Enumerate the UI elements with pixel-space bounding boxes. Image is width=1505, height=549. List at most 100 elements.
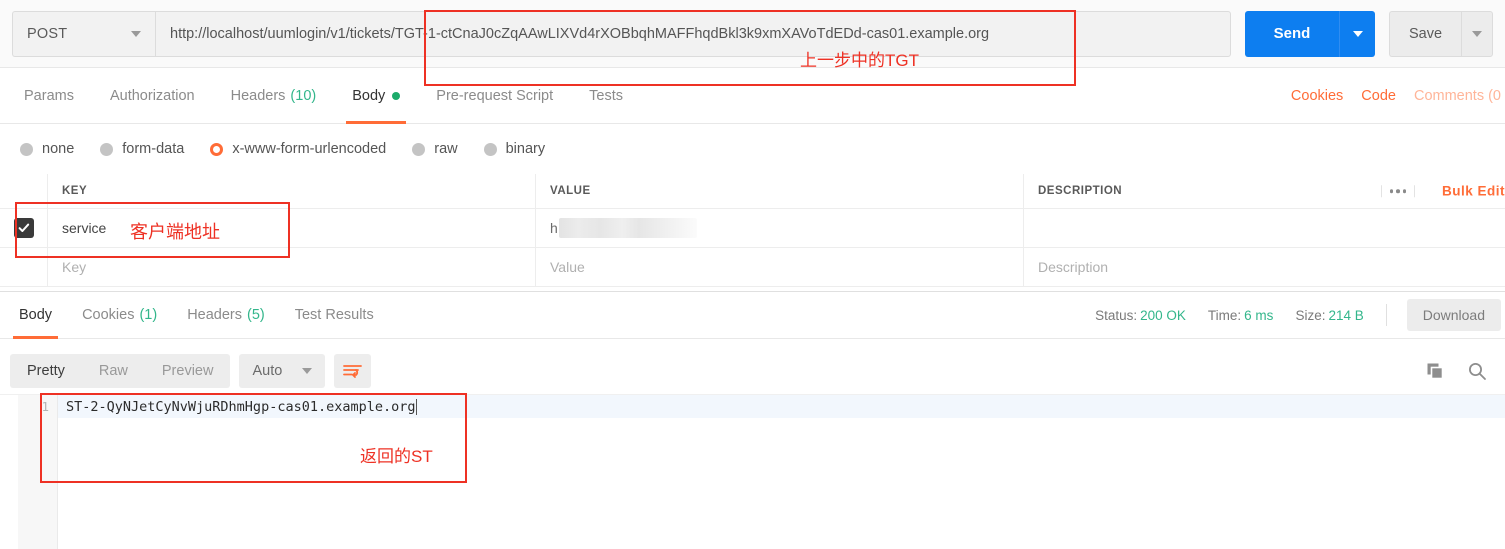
- row-value-visible-prefix: h: [550, 220, 558, 236]
- tab-label: Tests: [589, 87, 623, 104]
- save-options-button[interactable]: [1461, 10, 1493, 57]
- tab-label: Cookies: [82, 307, 135, 323]
- table-header-row: KEY VALUE DESCRIPTION Bulk Edit: [0, 174, 1505, 209]
- view-raw[interactable]: Raw: [82, 354, 145, 388]
- response-tab-cookies[interactable]: Cookies (1): [67, 292, 172, 339]
- body-type-form-data[interactable]: form-data: [100, 141, 184, 157]
- new-description-placeholder: Description: [1038, 259, 1109, 275]
- response-view-toolbar: Pretty Raw Preview Auto: [0, 348, 1505, 394]
- column-header-key: KEY: [48, 174, 536, 208]
- response-tab-body[interactable]: Body: [4, 292, 67, 339]
- copy-icon: [1427, 363, 1444, 380]
- request-tab-bar-right: Cookies Code Comments (0: [1273, 88, 1505, 104]
- row-value-input[interactable]: h: [536, 209, 1024, 247]
- row-enabled-checkbox[interactable]: [13, 218, 34, 238]
- tab-body[interactable]: Body: [334, 68, 418, 124]
- row-checkbox-cell: [0, 209, 48, 247]
- response-tab-test-results[interactable]: Test Results: [280, 292, 389, 339]
- column-header-value: VALUE: [536, 174, 1024, 208]
- row-value-redacted: h: [550, 218, 697, 238]
- download-button[interactable]: Download: [1406, 299, 1501, 331]
- tab-params[interactable]: Params: [6, 68, 92, 124]
- body-type-x-www-form-urlencoded[interactable]: x-www-form-urlencoded: [210, 141, 386, 157]
- response-body-text: ST-2-QyNJetCyNvWjuRDhmHgp-cas01.example.…: [66, 398, 416, 415]
- copy-button[interactable]: [1425, 361, 1445, 381]
- time-value: 6 ms: [1244, 307, 1274, 323]
- text-cursor: [415, 398, 417, 415]
- row-key-input[interactable]: service: [48, 209, 536, 247]
- tab-headers[interactable]: Headers (10): [213, 68, 335, 124]
- search-icon: [1469, 363, 1486, 380]
- redaction-blur: [558, 218, 697, 238]
- body-type-radio-group: none form-data x-www-form-urlencoded raw…: [0, 124, 1505, 174]
- comments-link[interactable]: Comments (0: [1414, 88, 1501, 104]
- column-header-description-cell: DESCRIPTION Bulk Edit: [1024, 174, 1505, 208]
- cookies-link[interactable]: Cookies: [1291, 88, 1343, 104]
- chevron-down-icon: [1352, 30, 1363, 37]
- tab-label: Test Results: [294, 307, 374, 323]
- body-type-raw[interactable]: raw: [412, 141, 458, 157]
- request-tab-bar: Params Authorization Headers (10) Body P…: [0, 68, 1505, 124]
- request-url-bar: POST http://localhost/uumlogin/v1/ticket…: [0, 0, 1505, 68]
- response-tab-bar: Body Cookies (1) Headers (5) Test Result…: [0, 291, 1505, 339]
- response-tab-headers[interactable]: Headers (5): [172, 292, 280, 339]
- radio-label: binary: [505, 141, 546, 157]
- http-method-dropdown[interactable]: POST: [12, 10, 155, 57]
- body-type-none[interactable]: none: [20, 141, 74, 157]
- response-toolbar-actions: [1425, 361, 1505, 381]
- tab-count: (10): [290, 87, 317, 104]
- tab-label: Pre-request Script: [436, 87, 554, 104]
- radio-label: x-www-form-urlencoded: [232, 141, 387, 157]
- response-size: Size: 214 B: [1295, 308, 1363, 323]
- radio-label: form-data: [122, 141, 185, 157]
- table-row: service h: [0, 209, 1505, 248]
- body-type-binary[interactable]: binary: [483, 141, 546, 157]
- search-button[interactable]: [1467, 361, 1487, 381]
- tab-label: Headers: [230, 87, 286, 104]
- response-time: Time: 6 ms: [1208, 308, 1274, 323]
- tab-count: (1): [139, 307, 158, 323]
- row-description-input[interactable]: [1024, 209, 1505, 247]
- table-options-icon[interactable]: [1380, 185, 1415, 197]
- tab-pre-request-script[interactable]: Pre-request Script: [418, 68, 571, 124]
- time-label: Time:: [1207, 307, 1242, 323]
- radio-label: none: [42, 141, 75, 157]
- request-url-input[interactable]: http://localhost/uumlogin/v1/tickets/TGT…: [155, 10, 1231, 57]
- new-description-input[interactable]: Description: [1024, 248, 1505, 286]
- radio-icon: [20, 142, 33, 156]
- tab-tests[interactable]: Tests: [571, 68, 641, 124]
- chevron-down-icon: [302, 368, 313, 374]
- send-options-button[interactable]: [1339, 10, 1375, 57]
- new-key-placeholder: Key: [62, 259, 87, 275]
- divider: [1385, 304, 1387, 326]
- save-button[interactable]: Save: [1389, 10, 1461, 57]
- http-method-label: POST: [27, 25, 68, 42]
- code-link[interactable]: Code: [1361, 88, 1396, 104]
- chevron-down-icon: [1472, 30, 1482, 37]
- response-format-dropdown[interactable]: Auto: [239, 354, 326, 388]
- chevron-down-icon: [131, 30, 141, 37]
- response-body-line[interactable]: ST-2-QyNJetCyNvWjuRDhmHgp-cas01.example.…: [58, 395, 1505, 418]
- radio-icon: [483, 142, 497, 156]
- radio-selected-icon: [210, 142, 224, 156]
- word-wrap-button[interactable]: [334, 354, 372, 388]
- postman-window: POST http://localhost/uumlogin/v1/ticket…: [0, 0, 1505, 549]
- bulk-edit-link[interactable]: Bulk Edit: [1442, 184, 1505, 199]
- tab-authorization[interactable]: Authorization: [92, 68, 213, 124]
- placeholder-checkbox-cell: [0, 248, 48, 286]
- new-value-input[interactable]: Value: [536, 248, 1024, 286]
- view-pretty[interactable]: Pretty: [10, 354, 82, 388]
- size-label: Size:: [1295, 307, 1326, 323]
- size-value: 214 B: [1328, 307, 1364, 323]
- body-present-dot-icon: [392, 91, 401, 100]
- send-button-group: Send: [1245, 10, 1375, 57]
- request-url-text: http://localhost/uumlogin/v1/tickets/TGT…: [170, 25, 990, 42]
- new-key-input[interactable]: Key: [48, 248, 536, 286]
- word-wrap-icon: [343, 364, 363, 378]
- view-preview[interactable]: Preview: [145, 354, 231, 388]
- save-button-group: Save: [1389, 10, 1493, 57]
- response-format-label: Auto: [252, 363, 283, 379]
- send-button[interactable]: Send: [1245, 10, 1339, 57]
- tab-label: Body: [19, 307, 53, 323]
- row-key-text: service: [62, 220, 107, 236]
